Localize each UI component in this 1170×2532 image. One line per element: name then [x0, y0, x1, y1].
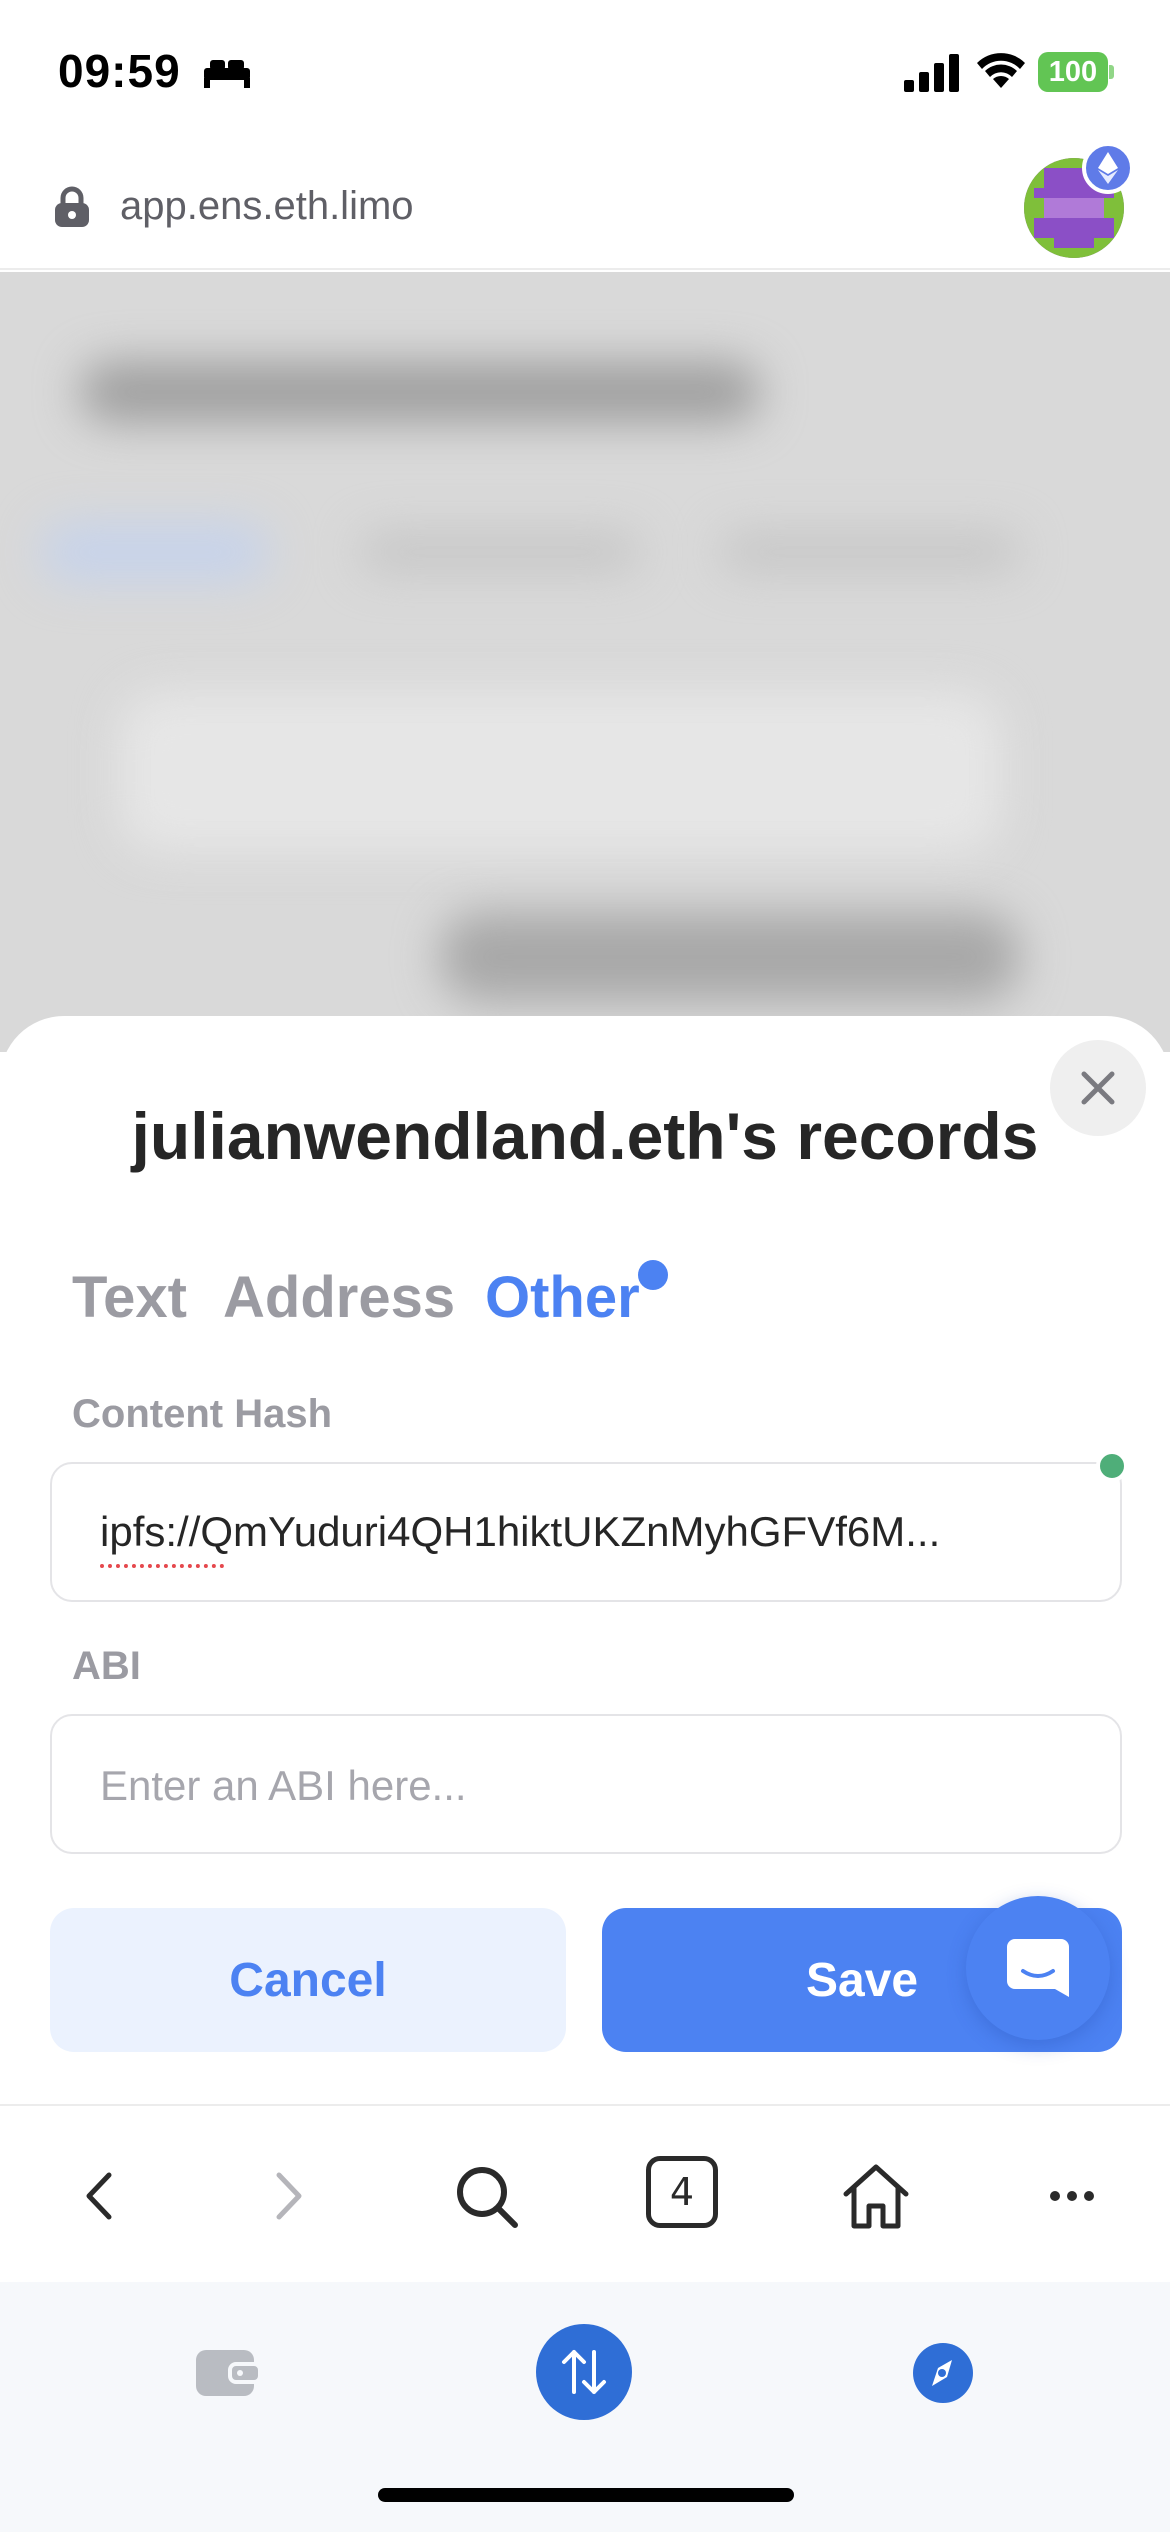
cancel-button[interactable]: Cancel: [50, 1908, 566, 2052]
tab-other-indicator-dot: [638, 1260, 668, 1290]
status-bar: 09:59 100: [0, 0, 1170, 140]
spellcheck-underline: [100, 1564, 224, 1568]
tab-text[interactable]: Text: [72, 1264, 187, 1331]
swap-tab[interactable]: [536, 2324, 632, 2420]
chat-icon: [1007, 1939, 1069, 1997]
blurred-button: [440, 912, 1020, 1002]
url-text[interactable]: app.ens.eth.limo: [120, 184, 414, 229]
content-hash-field[interactable]: ipfs://QmYuduri4QH1hiktUKZnMyhGFVf6M...: [50, 1462, 1122, 1602]
url-bar[interactable]: app.ens.eth.limo: [0, 140, 1170, 270]
sleep-icon: [204, 60, 250, 88]
explore-icon: [913, 2343, 973, 2403]
blurred-text: [720, 532, 1020, 572]
home-indicator: [378, 2488, 794, 2502]
search-icon: [457, 2167, 518, 2228]
more-icon: [1050, 2191, 1094, 2201]
status-time: 09:59: [58, 45, 181, 97]
back-button[interactable]: [68, 2156, 128, 2236]
signal-icon: [904, 54, 959, 92]
swap-icon: [562, 2350, 606, 2394]
blurred-background-page: [0, 272, 1170, 1052]
chat-button[interactable]: [966, 1896, 1110, 2040]
abi-field[interactable]: Enter an ABI here...: [50, 1714, 1122, 1854]
tab-other[interactable]: Other: [485, 1264, 640, 1331]
blurred-text: [360, 532, 640, 572]
explore-tab[interactable]: [912, 2342, 974, 2404]
modal-title: julianwendland.eth's records: [131, 1099, 1039, 1173]
wallet-icon: [196, 2350, 262, 2396]
lock-icon: [55, 186, 89, 227]
blurred-card: [120, 692, 1000, 852]
tab-address[interactable]: Address: [223, 1264, 455, 1331]
blurred-pill: [40, 522, 270, 582]
battery-level: 100: [1038, 52, 1108, 92]
back-icon: [86, 2172, 112, 2220]
battery-tip: [1109, 65, 1114, 79]
browser-toolbar: 4: [0, 2104, 1170, 2282]
abi-label: ABI: [72, 1644, 141, 1688]
home-icon: [843, 2164, 909, 2229]
abi-placeholder[interactable]: Enter an ABI here...: [100, 1762, 467, 1810]
changed-indicator-dot: [1096, 1450, 1128, 1482]
blurred-heading: [80, 362, 760, 422]
forward-button[interactable]: [260, 2156, 320, 2236]
wallet-tab[interactable]: [196, 2346, 262, 2398]
battery-indicator: 100: [1038, 52, 1114, 92]
search-button[interactable]: [450, 2156, 522, 2236]
home-button[interactable]: [840, 2156, 912, 2236]
ethereum-icon: [1082, 142, 1134, 194]
tabs-button[interactable]: 4: [646, 2156, 718, 2228]
wifi-icon: [977, 53, 1025, 88]
more-button[interactable]: [1042, 2156, 1102, 2236]
forward-icon: [276, 2172, 302, 2220]
content-hash-label: Content Hash: [72, 1392, 332, 1436]
content-hash-value[interactable]: ipfs://QmYuduri4QH1hiktUKZnMyhGFVf6M...: [100, 1508, 1090, 1556]
ethereum-glyph: [1098, 152, 1118, 184]
